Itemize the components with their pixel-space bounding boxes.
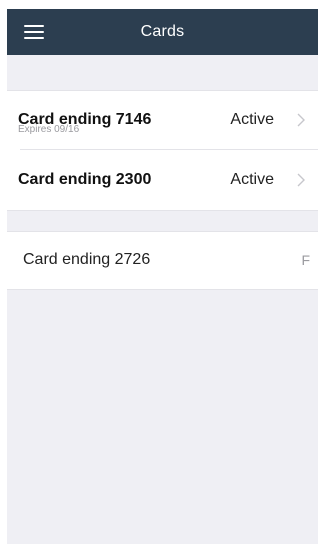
page-title: Cards: [140, 23, 185, 40]
card-row-2726[interactable]: Card ending 2726 F: [7, 231, 318, 290]
chevron-right-icon: [297, 173, 305, 187]
card-label: Card ending 2300: [18, 171, 152, 188]
chevron-right-icon: [297, 113, 305, 127]
card-trailing-text: F: [301, 252, 310, 268]
active-cards-list: Card ending 7146 Expires 09/16 Active Ca…: [7, 90, 318, 211]
app-screen: Cards Card ending 7146 Expires 09/16 Act…: [7, 9, 318, 544]
card-row-7146[interactable]: Card ending 7146 Expires 09/16 Active: [7, 90, 318, 150]
navigation-bar: Cards: [7, 9, 318, 55]
card-status: Active: [230, 171, 274, 188]
divider: [7, 289, 318, 290]
card-expiry: Expires 09/16: [18, 124, 80, 135]
divider: [7, 210, 318, 211]
card-row-2300[interactable]: Card ending 2300 Active: [7, 150, 318, 210]
card-status: Active: [230, 111, 274, 128]
other-cards-list: Card ending 2726 F: [7, 231, 318, 290]
card-label: Card ending 2726: [23, 251, 151, 268]
